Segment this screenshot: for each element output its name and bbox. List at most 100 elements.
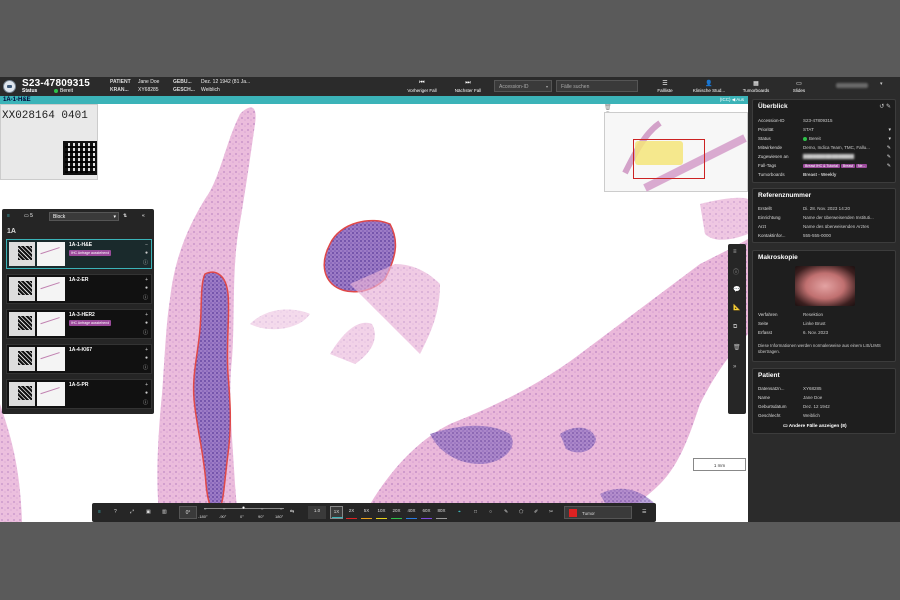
settings-sliders-icon[interactable]: ☰ — [642, 509, 646, 515]
zoom-80x[interactable]: 80X — [435, 506, 448, 519]
nav-tumorboards[interactable]: ▦ Tumorboards — [736, 80, 776, 93]
zoom-2x[interactable]: 2X — [345, 506, 358, 519]
layers-icon[interactable]: ≡ — [733, 249, 737, 255]
sort-icon[interactable]: ⇅ — [123, 213, 127, 219]
icc-toggle[interactable]: (ICC) ◀ Aus — [720, 97, 744, 103]
user-menu[interactable] — [836, 83, 868, 88]
zoom-color-bar — [436, 518, 447, 519]
skip-forward-icon: ⏭ — [465, 80, 471, 86]
gross-specimen-image[interactable] — [795, 266, 855, 306]
minimap[interactable] — [604, 112, 748, 192]
info-icon[interactable]: ⓘ — [143, 294, 148, 301]
dot-icon[interactable]: ● — [145, 355, 148, 361]
dot-icon[interactable]: ● — [145, 250, 148, 256]
dot-icon[interactable]: ● — [145, 320, 148, 326]
slide-card[interactable]: 1A-4-KI67 + ● ⓘ — [6, 344, 152, 374]
rot-tick-label: -180° — [198, 514, 208, 519]
annotation-class-select[interactable]: Tumor — [564, 506, 632, 519]
tray-header: ≡ ▭ 5 Block ▾ ⇅ « — [2, 209, 154, 223]
app-logo-icon[interactable] — [3, 80, 16, 93]
nav-slides[interactable]: ▭ Slides — [784, 80, 814, 93]
zoom-10x[interactable]: 10X — [375, 506, 388, 519]
slide-tissue-thumb — [37, 277, 65, 301]
slide-name: 1A-5-PR — [69, 382, 89, 388]
expand-icon[interactable]: ⤢ — [130, 509, 134, 515]
slide-name: 1A-3-HER2 — [69, 312, 95, 318]
info-icon[interactable]: ⓘ — [143, 259, 148, 266]
edit-icon[interactable]: ✎ — [887, 163, 891, 169]
reference-card: Referenznummer Erstellt Di. 28. Nov. 2023… — [752, 188, 896, 243]
zoom-5x[interactable]: 5X — [360, 506, 373, 519]
patient-value: Jane Doe — [138, 79, 160, 85]
tree-icon[interactable]: ⧉ — [733, 324, 737, 331]
status-dropdown-icon[interactable]: ▾ — [888, 136, 891, 142]
rotation-input[interactable]: 0° — [179, 506, 197, 519]
slide-card[interactable]: 1A-5-PR + ● ⓘ — [6, 379, 152, 409]
zoom-color-bar — [361, 518, 372, 519]
collapse-icon[interactable]: » — [733, 364, 736, 370]
zoom-1x[interactable]: 1X — [330, 506, 343, 519]
panel-icon[interactable]: ≡ — [7, 213, 10, 219]
pen-icon[interactable]: ✎ — [504, 509, 508, 515]
rectangle-icon[interactable]: □ — [474, 509, 477, 515]
panel-icon[interactable]: ≡ — [98, 509, 101, 515]
flip-icon[interactable]: ⇆ — [290, 509, 294, 515]
scissors-icon[interactable]: ✂ — [549, 509, 553, 515]
slide-card[interactable]: 1A-1-H&E IHC Anfrage ausstehend − ● ⓘ — [6, 239, 152, 269]
nav-clinical-studies[interactable]: 👤 Klinische Stud... — [688, 80, 730, 93]
nav-case-list[interactable]: ☰ Fallliste — [650, 80, 680, 93]
history-icon[interactable]: ↺ — [879, 104, 884, 110]
next-case-button[interactable]: ⏭ Nächster Fall — [448, 80, 488, 93]
priority-dropdown-icon[interactable]: ▾ — [888, 127, 891, 133]
overview-title: Überblick — [758, 103, 788, 110]
collapse-tray-icon[interactable]: « — [142, 213, 145, 219]
info-icon[interactable]: ⓘ — [143, 364, 148, 371]
edit-icon[interactable]: ✎ — [887, 154, 891, 160]
delete-icon[interactable]: 🗑 — [733, 344, 741, 351]
pointer-icon[interactable]: ⌖ — [458, 509, 461, 515]
circle-icon[interactable]: ○ — [489, 509, 492, 515]
board-icon: ▦ — [753, 81, 759, 87]
slide-label-thumb — [9, 347, 35, 371]
group-by-select[interactable]: Block ▾ — [49, 212, 119, 221]
info-icon[interactable]: ⓘ — [143, 399, 148, 406]
case-search-input[interactable]: Fälle suchen — [556, 80, 638, 92]
plus-icon[interactable]: + — [145, 312, 148, 318]
zoom-60x[interactable]: 60X — [420, 506, 433, 519]
dot-icon[interactable]: ● — [145, 390, 148, 396]
plus-icon[interactable]: + — [145, 277, 148, 283]
previous-case-button[interactable]: ⏮ Vorheriger Fall — [402, 80, 442, 93]
slider-handle[interactable]: ● — [242, 505, 245, 511]
polygon-icon[interactable]: ⬠ — [519, 509, 523, 515]
comments-icon[interactable]: 💬 — [733, 286, 740, 293]
edit-icon[interactable]: ✎ — [887, 145, 891, 151]
help-icon[interactable]: ? — [114, 509, 117, 515]
case-tags[interactable]: Breast IHC & Tutorial Breast Ne... — [803, 163, 887, 168]
trash-icon[interactable]: 🗑 — [604, 105, 612, 111]
measure-icon[interactable]: 📐 — [733, 304, 740, 311]
camera-icon[interactable]: ▣ — [146, 509, 151, 515]
zoom-40x[interactable]: 40X — [405, 506, 418, 519]
minimap-viewport[interactable] — [633, 139, 705, 179]
zoom-20x[interactable]: 20X — [390, 506, 403, 519]
edit-icon[interactable]: ✎ — [886, 104, 891, 110]
zoom-color-bar — [406, 518, 417, 519]
slide-card[interactable]: 1A-3-HER2 IHC Anfrage ausstehend + ● ⓘ — [6, 309, 152, 339]
top-header: S23-47809315 Status Bereit PATIENT Jane … — [0, 77, 900, 96]
slide-card[interactable]: 1A-2-ER + ● ⓘ — [6, 274, 152, 304]
active-slide-tab[interactable]: 1A-1-H&E — [3, 97, 31, 103]
chevron-down-icon[interactable]: ▾ — [880, 81, 883, 87]
plus-icon[interactable]: + — [145, 347, 148, 353]
zoom-value[interactable]: 1.0 — [308, 506, 326, 519]
minus-icon[interactable]: − — [145, 242, 148, 248]
dot-icon[interactable]: ● — [145, 285, 148, 291]
compare-icon[interactable]: ▥ — [162, 509, 167, 515]
accession-id-select[interactable]: Accession-ID ▾ — [494, 80, 552, 92]
show-other-cases-button[interactable]: ▭ Andere Fälle anzeigen (8) — [783, 424, 847, 429]
slide-tray: ≡ ▭ 5 Block ▾ ⇅ « 1A 1A-1-H&E IHC Anfrage… — [2, 209, 154, 414]
info-icon[interactable]: ⓘ — [143, 329, 148, 336]
plus-icon[interactable]: + — [145, 382, 148, 388]
qr-code-icon — [63, 141, 97, 175]
brush-icon[interactable]: ✐ — [534, 509, 538, 515]
info-icon[interactable]: ⓘ — [733, 267, 739, 276]
